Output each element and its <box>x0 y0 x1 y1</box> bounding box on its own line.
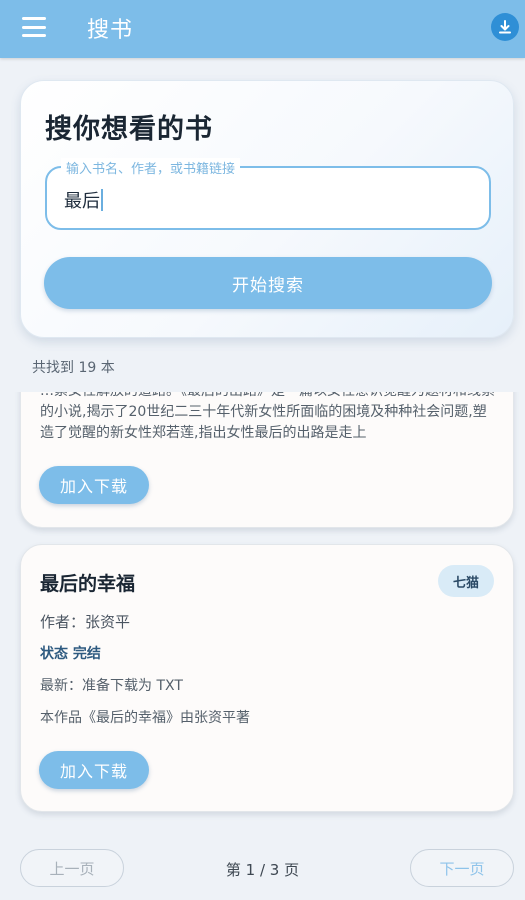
page-title: 搜书 <box>87 18 134 43</box>
result-count: 共找到 19 本 <box>32 360 115 376</box>
result-card: …素女性解放的道路。《最后的出路》是一篇以女性意识觉醒为题材和线索的小说,揭示了… <box>20 392 514 528</box>
book-intro: 本作品《最后的幸福》由张资平著 <box>40 710 250 726</box>
results-list[interactable]: …素女性解放的道路。《最后的出路》是一篇以女性意识觉醒为题材和线索的小说,揭示了… <box>0 392 525 828</box>
hamburger-menu-icon[interactable] <box>22 17 46 37</box>
search-input-value: 最后 <box>64 191 100 212</box>
source-badge: 七猫 <box>438 565 494 597</box>
book-title: 最后的幸福 <box>40 573 136 595</box>
text-caret <box>101 189 103 211</box>
add-to-download-button[interactable]: 加入下载 <box>39 466 149 504</box>
search-input-label: 输入书名、作者，或书籍链接 <box>61 158 241 177</box>
book-description: …素女性解放的道路。《最后的出路》是一篇以女性意识觉醒为题材和线索的小说,揭示了… <box>40 392 495 441</box>
book-latest-chapter: 最新：准备下载为 TXT <box>40 678 183 694</box>
book-author: 作者：张资平 <box>40 613 131 631</box>
result-card: 最后的幸福 七猫 作者：张资平 状态 完结 最新：准备下载为 TXT 本作品《最… <box>20 544 514 812</box>
book-status: 状态 完结 <box>40 646 101 662</box>
search-card: 搜你想看的书 输入书名、作者，或书籍链接 最后 开始搜索 <box>20 80 514 338</box>
download-icon[interactable] <box>491 13 519 41</box>
add-to-download-button[interactable]: 加入下载 <box>39 751 149 789</box>
app-bar: 搜书 <box>0 0 525 58</box>
search-heading: 搜你想看的书 <box>45 114 213 145</box>
start-search-button[interactable]: 开始搜索 <box>44 257 492 309</box>
next-page-button[interactable]: 下一页 <box>410 849 514 887</box>
search-input[interactable]: 输入书名、作者，或书籍链接 最后 <box>45 158 491 230</box>
